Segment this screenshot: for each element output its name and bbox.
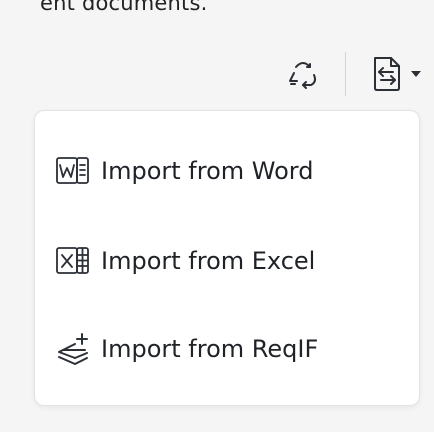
excel-file-icon bbox=[55, 244, 93, 278]
menu-item-import-excel[interactable]: Import from Excel bbox=[55, 237, 409, 285]
import-menu: Import from Word Import from Excel Impor… bbox=[34, 110, 420, 406]
menu-item-import-word[interactable]: Import from Word bbox=[55, 147, 409, 195]
toolbar-divider bbox=[345, 52, 346, 96]
reqif-layers-icon bbox=[55, 332, 93, 366]
menu-item-label: Import from Word bbox=[101, 157, 314, 185]
menu-item-label: Import from ReqIF bbox=[101, 335, 319, 363]
import-dropdown-button[interactable] bbox=[366, 48, 424, 100]
menu-item-import-reqif[interactable]: Import from ReqIF bbox=[55, 325, 409, 373]
word-file-icon bbox=[55, 154, 93, 188]
page: ent documents. Import from Word Import f… bbox=[0, 0, 434, 432]
toolbar bbox=[275, 48, 424, 100]
menu-item-label: Import from Excel bbox=[101, 247, 316, 275]
caret-down-icon bbox=[410, 71, 421, 77]
background-text-fragment: ent documents. bbox=[40, 0, 208, 15]
import-document-icon bbox=[373, 57, 400, 91]
recycle-icon bbox=[289, 62, 316, 89]
recycle-button[interactable] bbox=[275, 48, 331, 100]
